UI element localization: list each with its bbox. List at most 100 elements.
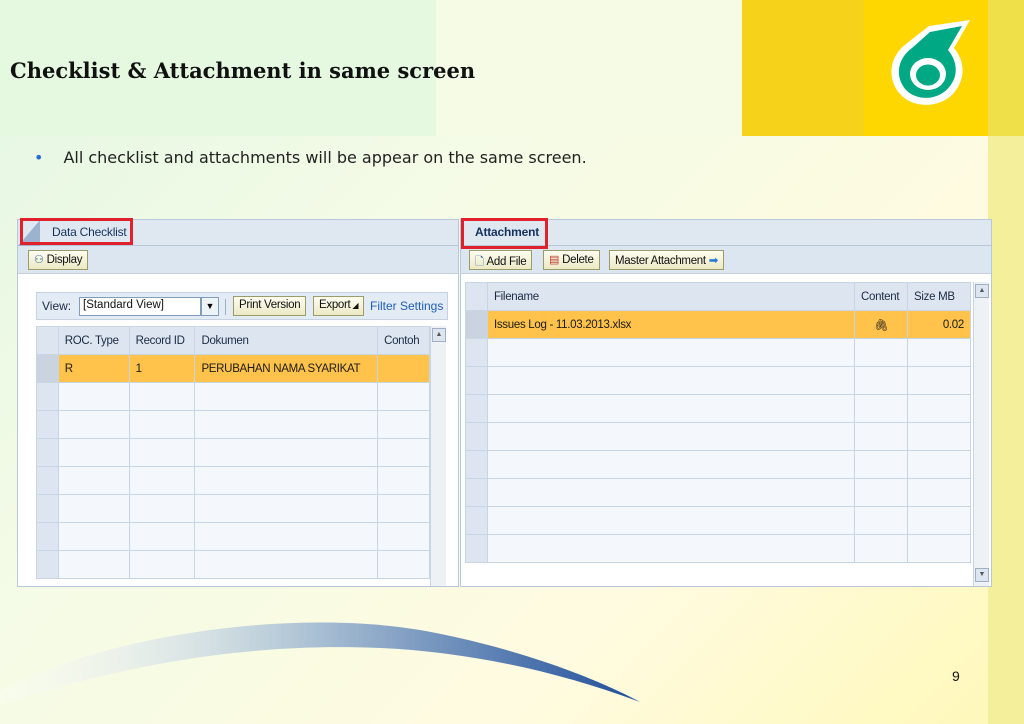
- view-select[interactable]: [Standard View]: [79, 297, 201, 316]
- empty-cell: [907, 450, 971, 479]
- view-label: View:: [42, 299, 72, 313]
- row-selector[interactable]: [36, 354, 59, 383]
- empty-cell: [377, 438, 430, 467]
- empty-cell: [377, 494, 430, 523]
- row-selector[interactable]: [465, 506, 488, 535]
- empty-cell: [377, 466, 430, 495]
- empty-cell: [907, 366, 971, 395]
- column-header-size[interactable]: Size MB: [907, 282, 971, 311]
- empty-cell: [377, 550, 430, 579]
- add-file-button[interactable]: 🗋 Add File: [469, 250, 533, 270]
- empty-cell: [854, 338, 909, 367]
- empty-cell: [377, 382, 430, 411]
- bullet-text: All checklist and attachments will be ap…: [63, 148, 587, 167]
- empty-row: [36, 410, 430, 439]
- checklist-scrollbar[interactable]: ▲: [430, 326, 446, 586]
- column-header-roc-type[interactable]: ROC. Type: [57, 326, 130, 355]
- highlight-box-attachment: [461, 218, 548, 249]
- empty-cell: [486, 506, 856, 535]
- page-number: 9: [952, 668, 960, 684]
- paperclip-icon[interactable]: 🖇: [854, 310, 909, 339]
- row-selector[interactable]: [465, 422, 488, 451]
- attachment-table: Filename Content Size MB Issues Log - 11…: [465, 282, 971, 563]
- display-button[interactable]: ⚇ Display: [28, 250, 89, 270]
- column-header-filename[interactable]: Filename: [486, 282, 856, 311]
- cell-filename[interactable]: Issues Log - 11.03.2013.xlsx: [486, 310, 856, 339]
- empty-row: [36, 466, 430, 495]
- row-selector[interactable]: [465, 310, 488, 339]
- row-selector[interactable]: [36, 466, 59, 495]
- empty-cell: [194, 550, 379, 579]
- select-all-cell[interactable]: [465, 282, 488, 311]
- table-row[interactable]: Issues Log - 11.03.2013.xlsx 🖇 0.02: [465, 310, 971, 339]
- export-button-label: Export: [319, 299, 351, 311]
- decorative-swoosh: [0, 622, 640, 706]
- empty-cell: [128, 410, 196, 439]
- empty-cell: [854, 394, 909, 423]
- column-header-record-id[interactable]: Record ID: [128, 326, 196, 355]
- highlight-box-checklist: [20, 218, 133, 245]
- column-header-contoh[interactable]: Contoh: [377, 326, 430, 355]
- settings-link[interactable]: Settings: [400, 299, 443, 313]
- bullet-dot-icon: •: [34, 148, 44, 167]
- filter-link[interactable]: Filter: [370, 299, 397, 313]
- empty-row: [465, 506, 971, 535]
- attachment-panel: Attachment 🗋 Add File ▤ Delete Master Atta…: [460, 219, 992, 587]
- row-selector[interactable]: [465, 534, 488, 563]
- empty-cell: [854, 478, 909, 507]
- scroll-down-icon[interactable]: ▼: [975, 568, 989, 582]
- row-selector[interactable]: [465, 366, 488, 395]
- row-selector[interactable]: [36, 522, 59, 551]
- row-selector[interactable]: [36, 550, 59, 579]
- empty-cell: [128, 438, 196, 467]
- attachment-scrollbar[interactable]: ▲ ▼: [973, 282, 989, 586]
- empty-cell: [194, 410, 379, 439]
- empty-cell: [57, 438, 130, 467]
- row-selector[interactable]: [465, 450, 488, 479]
- chevron-down-icon[interactable]: ▼: [201, 297, 219, 316]
- select-all-cell[interactable]: [36, 326, 59, 355]
- empty-row: [465, 422, 971, 451]
- table-row[interactable]: R 1 PERUBAHAN NAMA SYARIKAT: [36, 354, 430, 383]
- empty-row: [465, 338, 971, 367]
- checklist-table: ROC. Type Record ID Dokumen Contoh R 1 P…: [36, 326, 430, 579]
- empty-cell: [486, 422, 856, 451]
- display-button-label: Display: [46, 254, 83, 266]
- empty-cell: [907, 534, 971, 563]
- column-header-content[interactable]: Content: [854, 282, 909, 311]
- empty-cell: [854, 422, 909, 451]
- slide-title: Checklist & Attachment in same screen: [10, 58, 476, 83]
- add-file-icon: 🗋: [475, 256, 484, 268]
- column-header-dokumen[interactable]: Dokumen: [194, 326, 379, 355]
- row-selector[interactable]: [465, 478, 488, 507]
- petronas-logo-icon: [891, 20, 970, 105]
- scroll-up-icon[interactable]: ▲: [432, 328, 446, 342]
- empty-cell: [128, 522, 196, 551]
- empty-cell: [194, 494, 379, 523]
- delete-button[interactable]: ▤ Delete: [543, 250, 600, 270]
- empty-cell: [194, 438, 379, 467]
- row-selector[interactable]: [465, 394, 488, 423]
- row-selector[interactable]: [465, 338, 488, 367]
- empty-cell: [854, 506, 909, 535]
- empty-cell: [128, 550, 196, 579]
- row-selector[interactable]: [36, 410, 59, 439]
- empty-row: [465, 534, 971, 563]
- empty-cell: [57, 522, 130, 551]
- master-attachment-button[interactable]: Master Attachment ➡: [609, 250, 725, 270]
- empty-cell: [486, 478, 856, 507]
- row-selector[interactable]: [36, 494, 59, 523]
- cell-contoh: [377, 354, 430, 383]
- empty-cell: [486, 366, 856, 395]
- print-version-button[interactable]: Print Version: [233, 296, 307, 316]
- empty-cell: [907, 478, 971, 507]
- header-band: [436, 0, 742, 136]
- divider: [225, 299, 226, 315]
- empty-cell: [57, 550, 130, 579]
- row-selector[interactable]: [36, 382, 59, 411]
- row-selector[interactable]: [36, 438, 59, 467]
- export-button[interactable]: Export ◢: [313, 296, 365, 316]
- empty-row: [465, 478, 971, 507]
- empty-cell: [57, 466, 130, 495]
- scroll-up-icon[interactable]: ▲: [975, 284, 989, 298]
